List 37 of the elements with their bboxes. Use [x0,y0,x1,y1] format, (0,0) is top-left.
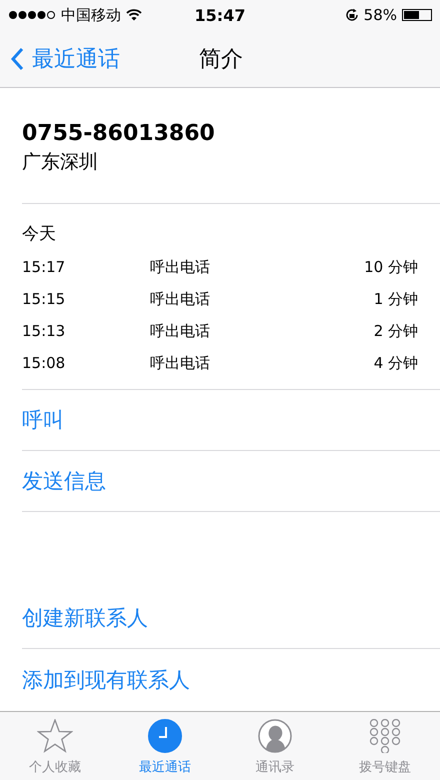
wifi-icon [126,9,142,21]
signal-icon [8,10,56,20]
call-duration: 4 分钟 [374,354,419,372]
person-icon [258,719,292,753]
tab-item[interactable]: 拨号键盘 [330,712,440,780]
tab-item[interactable]: 最近通话 [110,712,220,780]
date-heading: 今天 [22,223,57,245]
call-type: 呼出电话 [150,258,211,276]
call-duration: 10 分钟 [364,258,419,276]
call-duration: 2 分钟 [374,322,419,340]
contact-action-link[interactable]: 创建新联系人 [22,588,440,649]
tab-item[interactable]: 通讯录 [220,712,330,780]
call-time: 15:15 [22,290,66,308]
call-time: 15:17 [22,258,66,276]
action-link[interactable]: 呼叫 [22,390,440,451]
call-time: 15:13 [22,322,66,340]
call-type: 呼出电话 [150,354,211,372]
location-text: 广东深圳 [22,150,99,175]
clock-icon [148,719,182,753]
phone-number: 0755-86013860 [22,121,216,146]
contact-action-link[interactable]: 添加到现有联系人 [22,649,440,710]
keypad-icon [368,719,402,753]
action-link[interactable]: 发送信息 [22,451,440,512]
battery-percent: 58% [364,6,397,24]
call-duration: 1 分钟 [374,290,419,308]
rotation-lock-icon [344,8,359,22]
call-type: 呼出电话 [150,322,211,340]
chevron-left-icon [10,46,24,70]
tab-item[interactable]: 个人收藏 [0,712,110,780]
carrier-name: 中国移动 [61,6,121,24]
status-time: 15:47 [194,6,246,24]
call-type: 呼出电话 [150,290,211,308]
battery-icon [402,9,432,21]
call-time: 15:08 [22,354,66,372]
star-icon [37,719,73,753]
nav-title: 简介 [199,46,243,74]
back-button[interactable]: 最近通话 [0,44,130,74]
